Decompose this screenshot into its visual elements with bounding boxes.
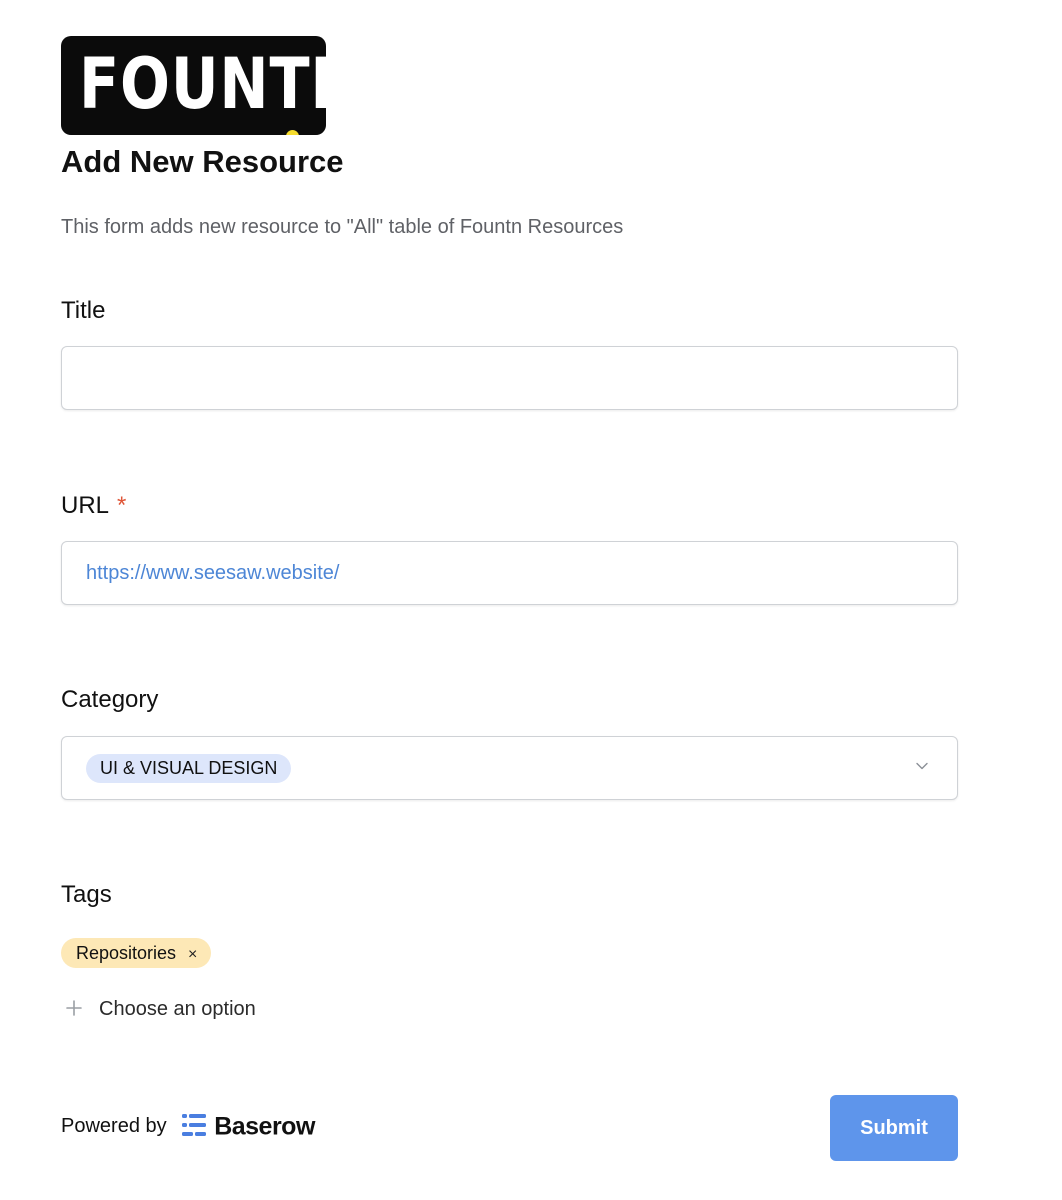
category-field-label: Category [61, 685, 158, 715]
baserow-logo-icon [182, 1113, 207, 1136]
fountn-logo: FOUNTN [61, 36, 326, 135]
baserow-wordmark: Baserow [214, 1112, 315, 1141]
tags-label-text: Tags [61, 881, 112, 908]
powered-by-text: Powered by [61, 1115, 167, 1137]
add-tag-label: Choose an option [99, 998, 256, 1020]
title-field-label: Title [61, 296, 105, 326]
tag-pill: Repositories × [61, 938, 212, 970]
title-input[interactable] [61, 346, 958, 410]
url-input[interactable] [61, 541, 958, 605]
form-description: This form adds new resource to "All" tab… [61, 216, 624, 238]
logo-wordmark: FOUNTN [79, 43, 326, 125]
chevron-down-icon [916, 762, 928, 770]
category-select[interactable]: UI & VISUAL DESIGN [61, 736, 958, 800]
plus-icon [66, 1000, 82, 1017]
category-label-text: Category [61, 686, 159, 713]
submit-button[interactable]: Submit [830, 1095, 958, 1161]
title-label-text: Title [61, 297, 106, 324]
add-tag-option[interactable]: Choose an option [65, 994, 256, 1024]
url-field-label: URL * [61, 491, 126, 521]
powered-by: Powered by Baserow [61, 1108, 315, 1144]
form-page: FOUNTN Add New Resource This form adds n… [61, 0, 958, 1200]
tag-label: Repositories [76, 943, 177, 963]
form-title: Add New Resource [61, 144, 344, 179]
tags-field-label: Tags [61, 880, 112, 910]
close-icon[interactable]: × [188, 940, 197, 970]
category-selected-pill: UI & VISUAL DESIGN [86, 754, 292, 783]
required-marker: * [117, 492, 127, 519]
url-label-text: URL [61, 492, 110, 519]
logo-dot-icon [286, 130, 299, 135]
